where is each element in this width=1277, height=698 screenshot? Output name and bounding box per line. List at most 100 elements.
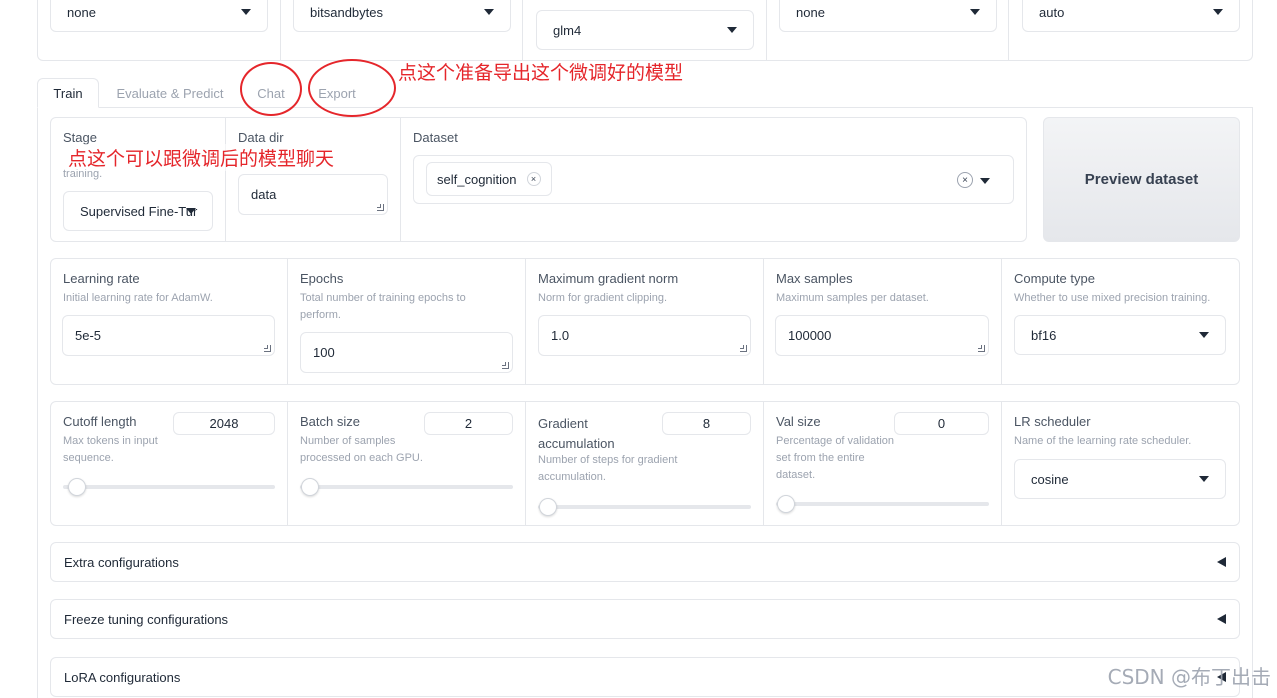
gradient-accumulation-info: Number of steps for gradient accumulatio… — [538, 454, 678, 483]
data-dir-label: Data dir — [238, 130, 284, 145]
column-divider — [522, 0, 523, 60]
cutoff-length-slider-thumb[interactable] — [67, 478, 86, 496]
max-grad-norm-label: Maximum gradient norm — [538, 271, 679, 286]
cutoff-length-info: Max tokens in input sequence. — [63, 435, 158, 464]
accordion-label: Freeze tuning configurations — [64, 611, 229, 627]
chevron-down-icon — [484, 9, 494, 15]
learning-rate-label: Learning rate — [63, 271, 140, 286]
max-samples-input[interactable]: 100000 — [775, 315, 989, 356]
resize-handle[interactable] — [502, 362, 509, 369]
resize-handle[interactable] — [740, 345, 747, 352]
template-select[interactable]: glm4 — [536, 10, 754, 50]
compute-type-label: Compute type — [1014, 271, 1095, 286]
extra-configurations-accordion[interactable]: Extra configurations — [50, 542, 1240, 582]
max-samples-info: Maximum samples per dataset. — [776, 292, 929, 304]
rope-scaling-select[interactable]: none — [779, 0, 997, 32]
chevron-down-icon — [727, 27, 737, 33]
input-value: 5e-5 — [75, 328, 102, 343]
compute-type-select[interactable]: bf16 — [1014, 315, 1226, 355]
quantization-method-select[interactable]: bitsandbytes — [293, 0, 511, 32]
select-value: none — [67, 4, 96, 20]
close-icon[interactable]: × — [526, 172, 541, 186]
export-annotation: 点这个准备导出这个微调好的模型 — [398, 62, 684, 84]
resize-handle[interactable] — [377, 204, 384, 211]
chevron-down-icon[interactable] — [980, 178, 990, 184]
chevron-down-icon — [970, 9, 980, 15]
tab-label: Evaluate & Predict — [116, 85, 224, 101]
gradient-accumulation-label: Gradient accumulation — [538, 416, 615, 451]
gradient-accumulation-slider-thumb[interactable] — [539, 498, 557, 516]
quantization-bit-select[interactable]: none — [50, 0, 268, 32]
learning-rate-input[interactable]: 5e-5 — [62, 315, 275, 356]
select-value: glm4 — [553, 22, 582, 38]
preview-dataset-button[interactable]: Preview dataset — [1043, 117, 1240, 242]
column-divider — [525, 402, 526, 525]
collapse-triangle-icon — [1217, 557, 1226, 567]
select-value: auto — [1039, 4, 1065, 20]
val-size-slider-thumb[interactable] — [777, 495, 795, 513]
val-size-info: Percentage of validation set from the en… — [776, 435, 895, 481]
batch-size-slider-track[interactable] — [300, 485, 513, 489]
column-divider — [763, 259, 764, 384]
batch-size-label: Batch size — [300, 414, 360, 429]
val-size-number[interactable]: 0 — [894, 412, 989, 435]
max-samples-label: Max samples — [776, 271, 853, 286]
booster-select[interactable]: auto — [1022, 0, 1240, 32]
learning-rate-info: Initial learning rate for AdamW. — [63, 292, 213, 304]
batch-size-info: Number of samples processed on each GPU. — [300, 435, 423, 464]
lr-scheduler-select[interactable]: cosine — [1014, 459, 1226, 499]
dataset-label: Dataset — [413, 130, 458, 145]
column-divider — [1001, 402, 1002, 525]
collapse-triangle-icon — [1217, 614, 1226, 624]
column-divider — [280, 0, 281, 60]
select-value: cosine — [1031, 471, 1069, 487]
cutoff-length-label: Cutoff length — [63, 414, 137, 429]
accordion-label: Extra configurations — [64, 554, 179, 570]
column-divider — [525, 259, 526, 384]
tab-train[interactable]: Train — [37, 78, 99, 108]
dataset-chip[interactable]: self_cognition × — [426, 162, 552, 196]
column-divider — [400, 118, 401, 241]
freeze-tuning-accordion[interactable]: Freeze tuning configurations — [50, 599, 1240, 639]
stage-select[interactable]: Supervised Fine-Tur — [63, 191, 213, 231]
epochs-info: Total number of training epochs to perfo… — [300, 292, 466, 321]
column-divider — [287, 402, 288, 525]
resize-handle[interactable] — [264, 345, 271, 352]
cutoff-length-slider-track[interactable] — [63, 485, 275, 489]
column-divider — [1008, 0, 1009, 60]
lr-scheduler-info: Name of the learning rate scheduler. — [1014, 435, 1192, 447]
data-dir-input[interactable]: data — [238, 174, 388, 215]
max-grad-norm-input[interactable]: 1.0 — [538, 315, 751, 356]
column-divider — [1001, 259, 1002, 384]
chevron-down-icon — [1199, 476, 1209, 482]
gradient-accumulation-number[interactable]: 8 — [662, 412, 751, 435]
lr-scheduler-label: LR scheduler — [1014, 414, 1091, 429]
input-value: 100 — [313, 345, 335, 360]
accordion-label: LoRA configurations — [64, 669, 181, 685]
compute-type-info: Whether to use mixed precision training. — [1014, 292, 1211, 304]
gradient-accumulation-slider-track[interactable] — [538, 505, 751, 509]
val-size-slider-track[interactable] — [776, 502, 989, 506]
val-size-label: Val size — [776, 414, 821, 429]
chip-label: self_cognition — [437, 171, 517, 187]
select-value: bf16 — [1031, 327, 1057, 343]
select-value: Supervised Fine-Tur — [80, 203, 198, 219]
tab-evaluate-predict[interactable]: Evaluate & Predict — [108, 78, 232, 108]
batch-size-number[interactable]: 2 — [424, 412, 513, 435]
chevron-down-icon — [186, 208, 196, 214]
input-value: 100000 — [788, 328, 832, 343]
epochs-input[interactable]: 100 — [300, 332, 513, 373]
stage-label: Stage — [63, 130, 97, 145]
chevron-down-icon — [1213, 9, 1223, 15]
clear-icon[interactable]: × — [957, 172, 973, 188]
resize-handle[interactable] — [978, 345, 985, 352]
batch-size-slider-thumb[interactable] — [301, 478, 319, 496]
select-value: bitsandbytes — [310, 4, 383, 20]
csdn-watermark: CSDN @布丁出击 — [1107, 665, 1271, 689]
max-grad-norm-info: Norm for gradient clipping. — [538, 292, 668, 304]
cutoff-length-number[interactable]: 2048 — [173, 412, 275, 435]
chat-annotation: 点这个可以跟微调后的模型聊天 — [68, 144, 335, 171]
lora-configurations-accordion[interactable]: LoRA configurations — [50, 657, 1240, 697]
column-divider — [763, 402, 764, 525]
column-divider — [766, 0, 767, 60]
